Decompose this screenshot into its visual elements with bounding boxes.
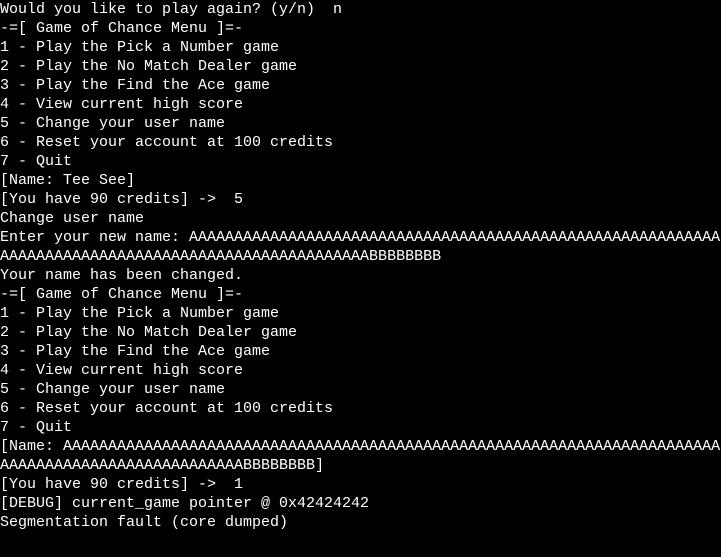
terminal-line: Would you like to play again? (y/n) n: [0, 0, 721, 19]
terminal-line: 2 - Play the No Match Dealer game: [0, 323, 721, 342]
terminal-line: Enter your new name: AAAAAAAAAAAAAAAAAAA…: [0, 228, 721, 266]
terminal-line: 7 - Quit: [0, 152, 721, 171]
terminal-line: [Name: Tee See]: [0, 171, 721, 190]
terminal-line: 6 - Reset your account at 100 credits: [0, 399, 721, 418]
terminal-line: 1 - Play the Pick a Number game: [0, 304, 721, 323]
terminal-line: 3 - Play the Find the Ace game: [0, 342, 721, 361]
terminal-line: [You have 90 credits] -> 5: [0, 190, 721, 209]
terminal-line: 5 - Change your user name: [0, 114, 721, 133]
terminal-line: 6 - Reset your account at 100 credits: [0, 133, 721, 152]
terminal-line: Segmentation fault (core dumped): [0, 513, 721, 532]
terminal-line: 4 - View current high score: [0, 95, 721, 114]
terminal-output[interactable]: Would you like to play again? (y/n) n-=[…: [0, 0, 721, 532]
terminal-line: 3 - Play the Find the Ace game: [0, 76, 721, 95]
terminal-line: 7 - Quit: [0, 418, 721, 437]
terminal-line: [You have 90 credits] -> 1: [0, 475, 721, 494]
terminal-line: [DEBUG] current_game pointer @ 0x4242424…: [0, 494, 721, 513]
terminal-line: [Name: AAAAAAAAAAAAAAAAAAAAAAAAAAAAAAAAA…: [0, 437, 721, 475]
terminal-line: Change user name: [0, 209, 721, 228]
terminal-line: 2 - Play the No Match Dealer game: [0, 57, 721, 76]
terminal-line: 4 - View current high score: [0, 361, 721, 380]
terminal-line: 1 - Play the Pick a Number game: [0, 38, 721, 57]
terminal-line: -=[ Game of Chance Menu ]=-: [0, 285, 721, 304]
terminal-line: -=[ Game of Chance Menu ]=-: [0, 19, 721, 38]
terminal-line: Your name has been changed.: [0, 266, 721, 285]
terminal-line: 5 - Change your user name: [0, 380, 721, 399]
